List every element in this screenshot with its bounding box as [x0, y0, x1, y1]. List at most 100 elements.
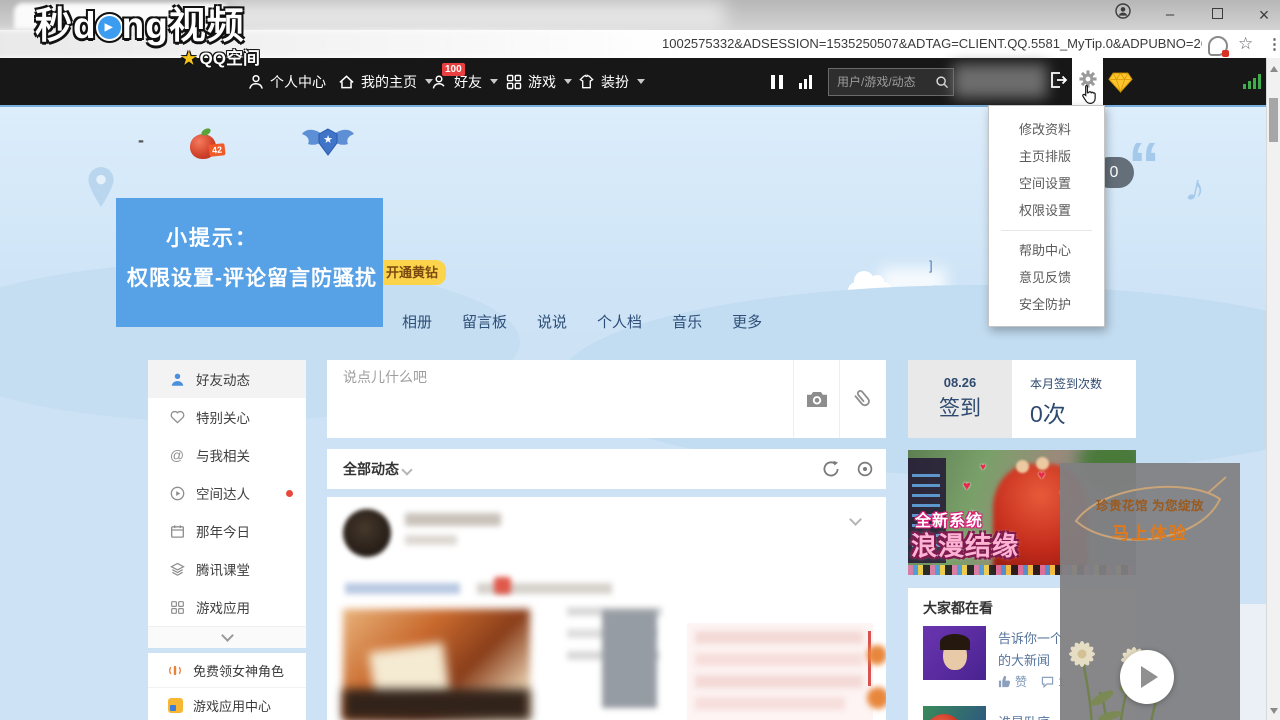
page-scrollbar[interactable]	[1266, 58, 1280, 720]
post-composer	[327, 360, 886, 438]
music-pause-icon[interactable]	[771, 75, 783, 89]
tab-shuoshuo[interactable]: 说说	[537, 311, 567, 332]
bookmark-star-icon[interactable]: ☆	[1238, 34, 1253, 54]
map-pin-icon	[86, 166, 116, 208]
add-link-button[interactable]	[839, 360, 886, 438]
checkin-button[interactable]: 08.26 签到	[908, 360, 1012, 438]
extras-label: 免费领女神角色	[193, 661, 284, 680]
quote-decoration: “	[1128, 128, 1160, 202]
watching-item-actions[interactable]: 赞 1	[998, 673, 1065, 690]
ad-line2: 浪漫结缘	[911, 526, 1019, 563]
sidebar-item-friend-feeds[interactable]: 好友动态	[148, 360, 306, 398]
browser-tab-ghost	[225, 0, 725, 30]
nav-label: 装扮	[601, 72, 629, 92]
post-menu-button[interactable]	[851, 511, 860, 529]
sidebar-item-special-care[interactable]: 特别关心	[148, 398, 306, 436]
sidebar-label: 好友动态	[196, 369, 250, 389]
svg-text:★: ★	[323, 134, 333, 146]
settings-gear-button[interactable]	[1072, 58, 1103, 105]
url-text[interactable]: 1002575332&ADSESSION=1535250507&ADTAG=CL…	[662, 36, 1202, 51]
tip-tooltip: 小提示： 权限设置-评论留言防骚扰	[116, 198, 383, 327]
post-link-blurred	[345, 583, 460, 594]
menu-item-permission-settings[interactable]: 权限设置	[989, 197, 1104, 224]
weather-bracket: ]	[929, 258, 933, 273]
nav-search-box[interactable]	[828, 68, 954, 96]
scrollbar-thumb[interactable]	[1269, 98, 1278, 142]
menu-item-homepage-layout[interactable]: 主页排版	[989, 143, 1104, 170]
feed-post-blurred	[327, 497, 886, 720]
promo-cta-button[interactable]: 马上体验	[1060, 519, 1240, 544]
at-icon: @	[168, 447, 186, 463]
heart-icon: ♥	[1038, 468, 1045, 482]
free-goddess-role-link[interactable]: 免费领女神角色	[148, 653, 306, 687]
watching-item-thumbnail[interactable]	[923, 626, 986, 680]
logout-icon[interactable]	[1048, 70, 1070, 95]
game-app-center-link[interactable]: 游戏应用中心	[148, 687, 306, 720]
checkin-count: 0次	[1030, 395, 1136, 429]
video-promo-overlay[interactable]: 珍贵花馆 为您绽放 马上体验	[1060, 463, 1240, 720]
video-play-button[interactable]	[1120, 650, 1174, 704]
tab-albums[interactable]: 相册	[402, 311, 432, 332]
tab-music[interactable]: 音乐	[672, 311, 702, 332]
comment-icon[interactable]	[1041, 676, 1054, 688]
search-input[interactable]	[829, 74, 935, 90]
sidebar-expand-button[interactable]	[148, 626, 306, 648]
menu-item-help-center[interactable]: 帮助中心	[989, 237, 1104, 264]
thumb-up-icon[interactable]	[998, 675, 1011, 688]
page-security-icon[interactable]	[1208, 36, 1228, 56]
nav-label: 个人中心	[270, 72, 326, 92]
open-yellow-diamond-button[interactable]: 开通黄钻	[378, 260, 446, 285]
sidebar-item-game-apps[interactable]: 游戏应用	[148, 588, 306, 626]
feed-filter-dropdown[interactable]: 全部动态	[343, 449, 411, 489]
watching-item-title[interactable]: 的大新闻	[998, 650, 1050, 669]
wings-medal-icon[interactable]: ★	[300, 126, 356, 160]
scroll-down-arrow[interactable]	[1270, 708, 1278, 714]
minimize-button[interactable]: –	[1160, 0, 1180, 30]
menu-item-security[interactable]: 安全防护	[989, 291, 1104, 318]
grid-icon	[168, 600, 186, 615]
friends-count-badge: 100	[442, 63, 465, 76]
nav-my-home[interactable]: 我的主页	[338, 58, 433, 105]
watching-title: 大家都在看	[923, 598, 993, 618]
page-content-sliver	[1240, 604, 1266, 720]
menu-item-space-settings[interactable]: 空间设置	[989, 170, 1104, 197]
watching-item-thumbnail[interactable]	[923, 706, 986, 720]
sidebar-item-related-to-me[interactable]: @ 与我相关	[148, 436, 306, 474]
cursor-icon	[1079, 84, 1097, 106]
app-center-icon	[166, 698, 184, 713]
chevron-down-icon	[637, 79, 645, 84]
menu-item-feedback[interactable]: 意见反馈	[989, 264, 1104, 291]
nav-dress-up[interactable]: 装扮	[578, 58, 645, 105]
nav-games[interactable]: 游戏	[506, 58, 572, 105]
feed-sidebar: 好友动态 特别关心 @ 与我相关 空间达人 那年今日 腾讯课堂 游戏应用	[148, 360, 306, 648]
tab-message-board[interactable]: 留言板	[462, 311, 507, 332]
browser-profile-icon[interactable]	[1113, 0, 1133, 30]
menu-separator	[1001, 230, 1092, 231]
sidebar-item-tencent-classroom[interactable]: 腾讯课堂	[148, 550, 306, 588]
watching-item-title[interactable]: 告诉你一个	[998, 628, 1063, 647]
close-button[interactable]: ×	[1254, 0, 1274, 30]
avatar[interactable]	[343, 509, 391, 557]
tab-more[interactable]: 更多	[732, 311, 762, 332]
yellow-diamond-icon[interactable]	[1108, 72, 1133, 98]
watching-item-title[interactable]: 谁是卧底..	[998, 712, 1057, 720]
restore-icon	[1212, 8, 1223, 19]
refresh-icon[interactable]	[822, 460, 840, 483]
nav-friends[interactable]: 100 好友	[432, 58, 498, 105]
network-signal-icon	[1243, 74, 1261, 89]
sidebar-item-that-year-today[interactable]: 那年今日	[148, 512, 306, 550]
add-photo-button[interactable]	[793, 360, 840, 438]
tooltip-body: 权限设置-评论留言防骚扰	[127, 262, 377, 292]
scroll-up-arrow[interactable]	[1270, 66, 1278, 72]
music-playing-icon[interactable]	[799, 75, 812, 89]
menu-item-edit-profile[interactable]: 修改资料	[989, 116, 1104, 143]
browser-menu-icon[interactable]: ⋮	[1267, 35, 1280, 53]
tab-profile-file[interactable]: 个人档	[597, 311, 642, 332]
restore-button[interactable]	[1207, 0, 1227, 30]
chevron-down-icon	[401, 464, 412, 475]
heart-icon: ♥	[980, 462, 986, 473]
sidebar-item-space-stars[interactable]: 空间达人	[148, 474, 306, 512]
composer-input[interactable]	[341, 368, 775, 386]
search-icon[interactable]	[935, 75, 949, 89]
feed-settings-icon[interactable]	[856, 460, 874, 483]
